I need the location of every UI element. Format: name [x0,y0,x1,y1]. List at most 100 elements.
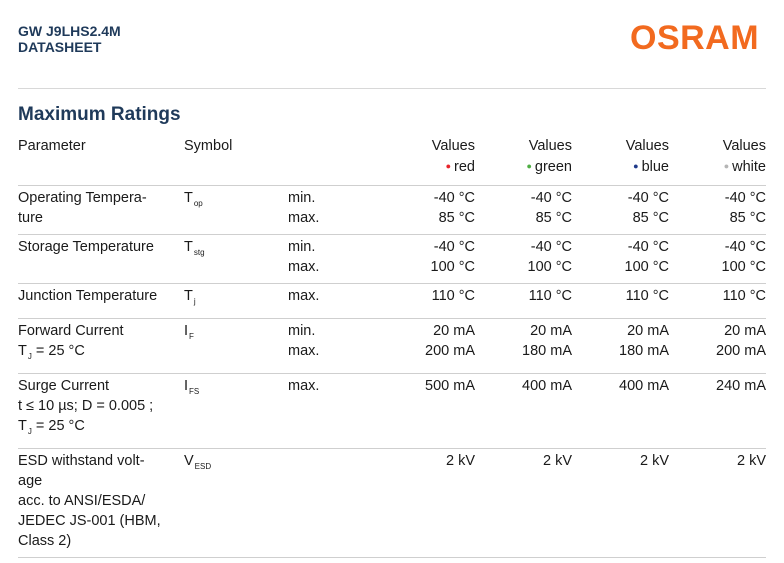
symbol: IF [184,323,194,341]
limit-label: min. [288,239,316,255]
value: 20 mA [433,323,475,339]
value-cell-blue: 2 kV [572,448,669,558]
parameter-cell: Surge Current t ≤ 10 µs; D = 0.005 ; TJ = … [18,373,184,449]
table-row: Junction Temperature Tj max. 110 °C 110 °C 11… [18,283,766,319]
value: 20 mA [530,323,572,339]
value: -40 °C [530,190,572,206]
limit-label: min. [288,190,316,206]
header-values-green: Values ● green [475,136,572,186]
value: 240 mA [716,378,766,394]
blue-dot-icon: ● [633,161,639,171]
value: 110 °C [722,288,766,304]
value: -40 °C [724,239,766,255]
ratings-table: Parameter Symbol Values ● red Values ● gre… [18,136,766,558]
symbol: VESD [184,453,212,471]
value-cell-white: 2 kV [669,448,766,558]
parameter-line: Class 2) [18,533,72,549]
table-row: Storage Temperature Tstg min. max. -40 °C 100… [18,234,767,284]
value: -40 °C [627,239,669,255]
limit-cell: min. max. [288,318,378,374]
value-cell-red: 500 mA [378,373,475,449]
value-cell-green: 400 mA [475,373,572,449]
symbol-subscript: F [189,332,194,341]
table-row: Operating Tempera-ture Top min. max. -40 °C 8… [18,185,766,235]
color-label: white [732,159,766,175]
value: 180 mA [619,343,669,359]
value-cell-red: -40 °C 100 °C [378,234,475,284]
symbol: IFS [184,378,200,396]
subscript: J [27,352,32,361]
parameter-line: age [18,473,43,489]
value-cell-green: 110 °C [475,283,572,319]
limit-cell: max. [288,283,378,319]
value-cell-white: 20 mA 200 mA [669,318,766,374]
value-cell-blue: 20 mA 180 mA [572,318,669,374]
value: 85 °C [535,210,572,226]
section-title: Maximum Ratings [18,104,181,125]
table-row: Forward Current TJ = 25 °C IF min. max. 20 mA… [18,318,766,374]
parameter-line: ture [18,210,43,226]
value: 20 mA [627,323,669,339]
value: -40 °C [627,190,669,206]
table-header-row: Parameter Symbol Values ● red Values ● gre… [18,136,766,186]
symbol-subscript: op [193,199,203,208]
table-row: ESD withstand volt-age acc. to ANSI/ESDA/… [18,448,766,558]
green-dot-icon: ● [526,161,532,171]
limit-cell: min. max. [288,234,378,284]
symbol-cell: Top [184,185,288,235]
value-cell-white: 110 °C [669,283,766,319]
limit-label: max. [288,259,320,275]
value-cell-red: 2 kV [378,448,475,558]
value-cell-white: -40 °C 85 °C [669,185,766,235]
value: 100 °C [721,259,767,275]
color-label: green [534,159,572,175]
parameter-line: TJ = 25 °C [18,343,85,361]
value: 100 °C [527,259,573,275]
value: 85 °C [632,210,669,226]
parameter-cell: Forward Current TJ = 25 °C [18,318,184,374]
value: 2 kV [736,453,766,469]
table-row: Surge Current t ≤ 10 µs; D = 0.005 ; TJ = … [18,373,766,449]
parameter-line: Junction Temperature [18,288,158,304]
osram-logo: OSRAM [630,19,760,57]
value: 200 mA [716,343,766,359]
parameter-line: JEDEC JS-001 (HBM, [18,513,161,529]
value-cell-blue: 110 °C [572,283,669,319]
value-cell-green: -40 °C 100 °C [475,234,573,284]
value: 110 °C [431,288,475,304]
value: 400 mA [522,378,572,394]
value-cell-blue: -40 °C 100 °C [572,234,670,284]
color-label: red [454,159,475,175]
value-cell-red: 20 mA 200 mA [378,318,475,374]
parameter-line: acc. to ANSI/ESDA/ [18,493,146,509]
header-values-white: Values ● white [669,136,766,186]
values-label: Values [722,138,766,154]
values-label: Values [625,138,669,154]
parameter-cell: ESD withstand volt-age acc. to ANSI/ESDA/… [18,448,184,558]
header-values-red: Values ● red [378,136,475,186]
value-cell-green: -40 °C 85 °C [475,185,572,235]
value-cell-green: 20 mA 180 mA [475,318,572,374]
value-cell-white: 240 mA [669,373,766,449]
limit-label: max. [288,288,320,304]
symbol: Tstg [184,239,205,257]
symbol-cell: IFS [184,373,288,449]
value: 85 °C [729,210,766,226]
value-cell-blue: -40 °C 85 °C [572,185,669,235]
value-cell-green: 2 kV [475,448,572,558]
values-label: Values [431,138,475,154]
value: -40 °C [433,239,475,255]
symbol-cell: Tstg [184,234,288,284]
header-values-blue: Values ● blue [572,136,669,186]
value: 400 mA [619,378,669,394]
product-name: GW J9LHS2.4M [18,23,121,39]
values-label: Values [528,138,572,154]
value: 200 mA [425,343,475,359]
parameter-line: Storage Temperature [18,239,154,255]
value: 100 °C [624,259,670,275]
value: 85 °C [438,210,475,226]
limit-label: min. [288,323,316,339]
value: -40 °C [433,190,475,206]
parameter-line: TJ = 25 °C [18,418,85,436]
value: 500 mA [425,378,475,394]
